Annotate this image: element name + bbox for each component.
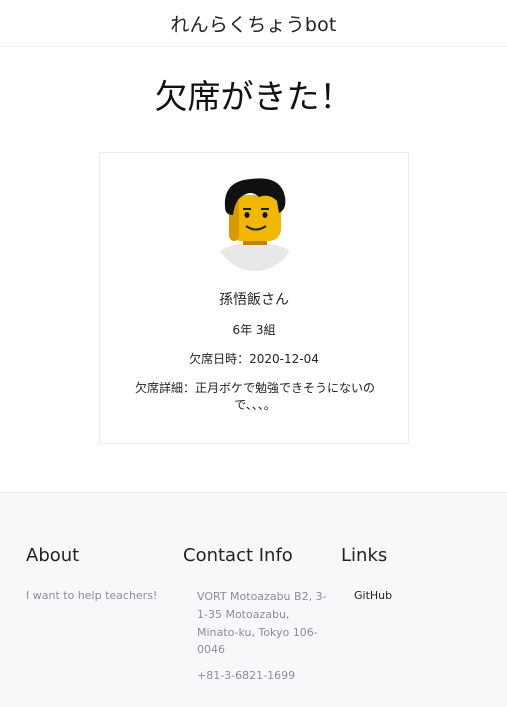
github-link[interactable]: GitHub — [354, 589, 392, 602]
footer: About I want to help teachers! Contact I… — [0, 492, 507, 707]
navbar: れんらくちょうbot — [0, 0, 507, 47]
absence-detail: 欠席詳細：正月ボケで勉強できそうにないので、、、。 — [134, 381, 375, 413]
contact-heading: Contact Info — [183, 545, 293, 566]
absence-card: 孫悟飯さん 6年 3組 欠席日時：2020-12-04 欠席詳細：正月ボケで勉強… — [99, 152, 409, 444]
contact-phone: +81-3-6821-1699 — [197, 669, 296, 682]
page-title: 欠席がきた！ — [154, 77, 353, 116]
brand-link[interactable]: れんらくちょうbot — [170, 10, 336, 37]
about-text: I want to help teachers! — [26, 589, 158, 602]
lego-minifigure-avatar-icon — [215, 173, 295, 271]
student-name: 孫悟飯さん — [219, 292, 289, 308]
contact-address: VORT Motoazabu B2, 3-1-35 Motoazabu, Min… — [197, 590, 327, 657]
about-heading: About — [26, 545, 80, 566]
links-heading: Links — [341, 545, 388, 566]
student-class: 6年 3組 — [232, 323, 276, 337]
absence-date: 欠席日時：2020-12-04 — [189, 352, 319, 366]
